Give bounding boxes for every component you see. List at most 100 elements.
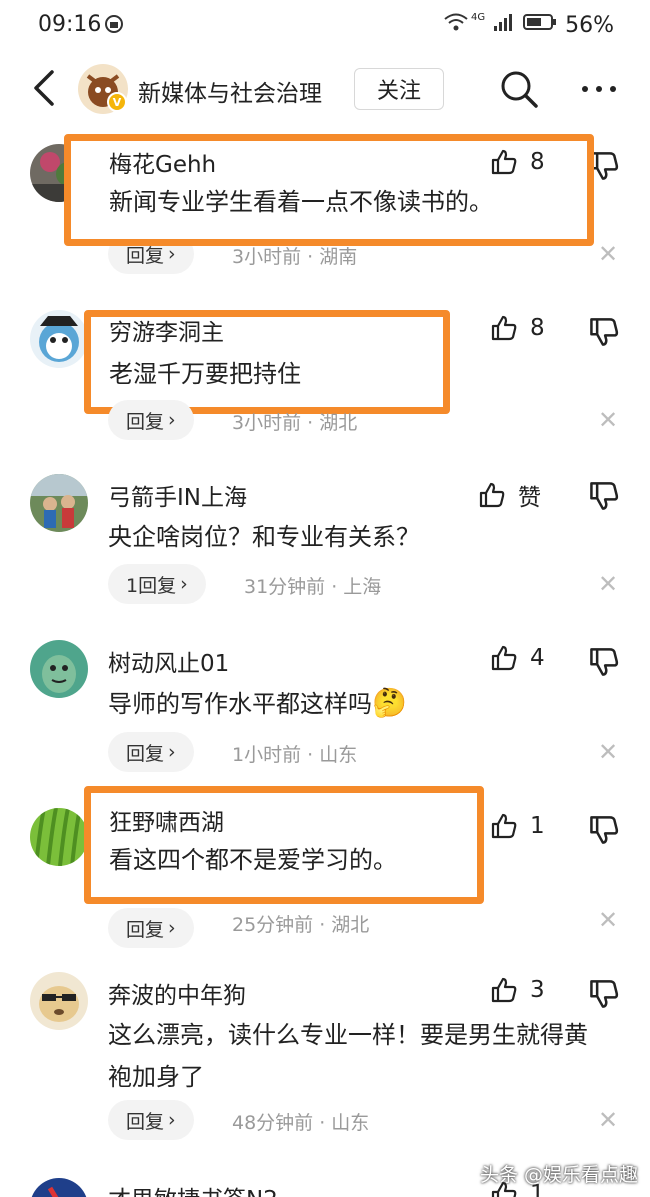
battery-icon xyxy=(523,12,557,38)
like-button-overlay[interactable]: 8 xyxy=(490,148,545,176)
comment-meta: 3小时前 · 湖北 xyxy=(232,412,358,434)
reply-label: 1回复 xyxy=(126,574,177,597)
chevron-right-icon: › xyxy=(168,741,176,763)
thumb-up-icon xyxy=(491,813,517,839)
dislike-button[interactable] xyxy=(588,646,620,678)
user-avatar[interactable] xyxy=(30,640,88,698)
comment-meta: 1小时前 · 山东 xyxy=(232,744,358,766)
thumb-down-icon xyxy=(590,816,619,844)
watermark: 头条 @娱乐看点趣 xyxy=(479,1164,638,1186)
user-avatar[interactable] xyxy=(30,972,88,1030)
comment-item: 奔波的中年狗 这么漂亮，读什么专业一样！要是男生就得黄袍加身了 3 回复 › 48… xyxy=(0,972,650,1152)
reply-button[interactable]: 回复 › xyxy=(108,908,194,948)
comment-username[interactable]: 狂野啸西湖 xyxy=(109,803,224,837)
top-nav-bar: V 新媒体与社会治理 关注 xyxy=(0,56,650,122)
reply-button[interactable]: 回复 › xyxy=(108,400,194,440)
dislike-button[interactable] xyxy=(588,480,620,512)
chevron-right-icon: › xyxy=(168,1109,176,1131)
status-bar: 09:16 4G 56% xyxy=(0,0,650,52)
search-button[interactable] xyxy=(498,68,540,110)
comment-meta: 31分钟前 · 上海 xyxy=(244,576,382,598)
comment-item: 狂野啸西湖 看这四个都不是爱学习的。 1 回复 › 25分钟前 · 湖北 ✕ xyxy=(0,786,650,954)
close-icon[interactable]: ✕ xyxy=(598,1106,618,1134)
thumb-down-icon xyxy=(590,482,619,510)
chevron-right-icon: › xyxy=(180,573,188,595)
close-icon[interactable]: ✕ xyxy=(598,240,618,268)
thumb-up-icon xyxy=(491,315,517,341)
comment-meta: 3小时前 · 湖南 xyxy=(232,246,358,268)
back-button[interactable] xyxy=(26,66,62,110)
comment-text: 这么漂亮，读什么专业一样！要是男生就得黄袍加身了 xyxy=(108,1021,588,1091)
comment-text-content: 导师的写作水平都这样吗 xyxy=(108,690,372,718)
follow-button[interactable]: 关注 xyxy=(354,68,444,110)
network-type: 4G xyxy=(470,11,486,23)
comment-username[interactable]: 才思敏捷书签N2 xyxy=(108,1180,278,1197)
comment-username[interactable]: 树动风止01 xyxy=(108,644,229,678)
dislike-button[interactable] xyxy=(588,814,620,846)
close-icon[interactable]: ✕ xyxy=(598,738,618,766)
back-arrow-icon xyxy=(34,70,54,106)
highlight-box: 穷游李洞主 老湿千万要把持住 xyxy=(84,310,450,414)
like-button[interactable]: 3 xyxy=(490,976,545,1004)
comment-username[interactable]: 弓箭手IN上海 xyxy=(108,478,247,512)
user-avatar[interactable] xyxy=(30,808,88,866)
close-icon[interactable]: ✕ xyxy=(598,570,618,598)
like-button[interactable]: 1 xyxy=(490,812,545,840)
reply-label: 回复 xyxy=(126,410,165,433)
chevron-right-icon: › xyxy=(168,243,176,265)
close-icon[interactable]: ✕ xyxy=(598,906,618,934)
comment-text: 新闻专业学生看着一点不像读书的。 xyxy=(109,188,493,216)
like-count: 4 xyxy=(530,645,545,671)
account-name[interactable]: 新媒体与社会治理 xyxy=(138,74,322,108)
thumb-up-icon xyxy=(491,977,517,1003)
user-avatar[interactable] xyxy=(30,310,88,368)
comment-text: 老湿千万要把持住 xyxy=(109,360,301,388)
like-count: 1 xyxy=(530,813,545,839)
comment-meta: 25分钟前 · 湖北 xyxy=(232,914,370,936)
comment-item: 穷游李洞主 老湿千万要把持住 8 回复 › 3小时前 · 湖北 ✕ xyxy=(0,308,650,458)
wifi-icon xyxy=(443,12,469,38)
comment-text: 央企啥岗位？和专业有关系？ xyxy=(108,523,420,551)
thumb-up-icon xyxy=(479,482,505,508)
reply-label: 回复 xyxy=(126,742,165,765)
thumb-up-icon xyxy=(491,149,517,175)
search-icon xyxy=(501,71,538,108)
chevron-right-icon: › xyxy=(168,409,176,431)
verified-badge: V xyxy=(107,92,127,112)
reply-button[interactable]: 1回复 › xyxy=(108,564,206,604)
like-count: 3 xyxy=(530,977,545,1003)
like-count: 赞 xyxy=(518,485,541,511)
comment-username[interactable]: 奔波的中年狗 xyxy=(108,976,246,1010)
user-avatar[interactable] xyxy=(30,474,88,532)
like-count: 8 xyxy=(530,315,545,341)
chevron-right-icon: › xyxy=(168,917,176,939)
more-button[interactable] xyxy=(578,72,620,106)
comment-username[interactable]: 梅花Gehh xyxy=(109,145,216,179)
reply-button[interactable]: 回复 › xyxy=(108,732,194,772)
thumb-down-icon xyxy=(590,318,619,346)
thumb-down-icon xyxy=(590,648,619,676)
close-icon[interactable]: ✕ xyxy=(598,406,618,434)
status-time: 09:16 xyxy=(38,12,102,37)
reply-button[interactable]: 回复 › xyxy=(108,1100,194,1140)
like-count: 8 xyxy=(530,149,545,175)
thinking-emoji: 🤔 xyxy=(372,686,407,719)
like-button[interactable]: 赞 xyxy=(478,478,541,512)
user-avatar[interactable] xyxy=(30,1178,88,1197)
comment-item: 8 回复› 3小时前 · 湖南 ✕ 梅花Gehh 新闻专业学生看着一点不像读书的… xyxy=(0,134,650,285)
comment-meta: 48分钟前 · 山东 xyxy=(232,1112,370,1134)
dislike-button[interactable] xyxy=(588,978,620,1010)
signal-icon xyxy=(493,12,515,38)
comment-item: 弓箭手IN上海 央企啥岗位？和专业有关系？ 赞 1回复 › 31分钟前 · 上海 … xyxy=(0,474,650,624)
dislike-button[interactable] xyxy=(588,316,620,348)
notification-icon xyxy=(104,14,124,38)
like-button[interactable]: 8 xyxy=(490,314,545,342)
highlight-box: 狂野啸西湖 看这四个都不是爱学习的。 xyxy=(84,786,484,904)
thumb-up-icon xyxy=(491,645,517,671)
battery-percent: 56% xyxy=(565,12,614,38)
reply-label: 回复 xyxy=(126,918,165,941)
comment-username[interactable]: 穷游李洞主 xyxy=(109,313,224,347)
comment-text: 看这四个都不是爱学习的。 xyxy=(109,846,397,874)
comment-item: 树动风止01 导师的写作水平都这样吗🤔 4 回复 › 1小时前 · 山东 ✕ xyxy=(0,640,650,790)
like-button[interactable]: 4 xyxy=(490,644,545,672)
